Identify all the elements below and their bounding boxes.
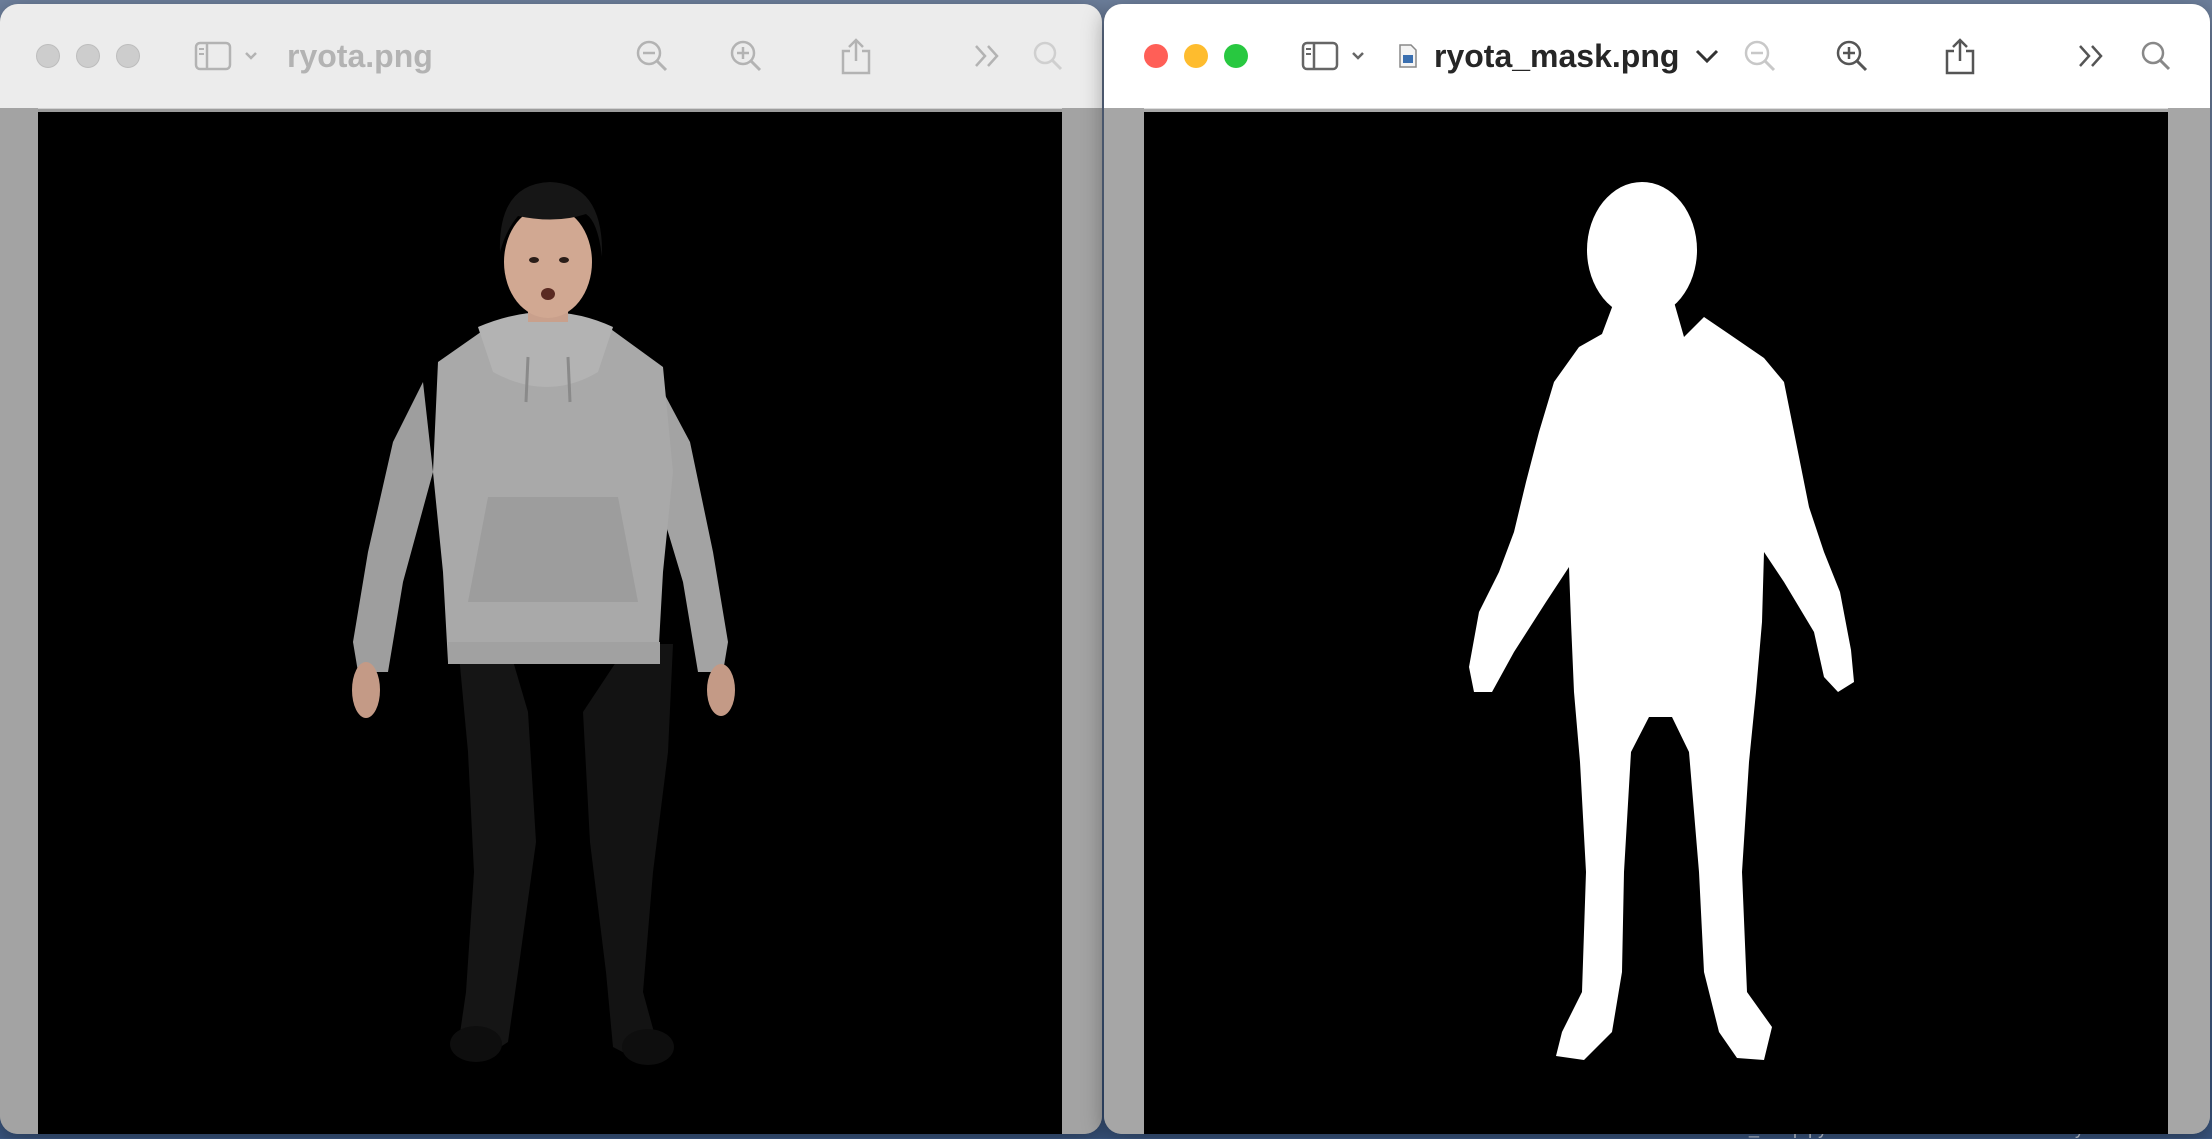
chevron-down-icon[interactable] [241,38,261,74]
image-viewer-pane[interactable] [0,108,1102,1134]
more-chevrons-icon[interactable] [2074,38,2110,74]
minimize-button[interactable] [1184,44,1208,68]
right-margin [2168,108,2210,1134]
title-chevron-icon[interactable] [1692,38,1722,74]
search-icon[interactable] [1030,38,1066,74]
sidebar-toggle-icon[interactable] [1300,38,1340,74]
close-button[interactable] [36,44,60,68]
more-chevrons-icon[interactable] [970,38,1006,74]
zoom-out-icon[interactable] [632,38,672,74]
maximize-button[interactable] [116,44,140,68]
window-titlebar[interactable]: ryota_mask.png [1104,4,2210,109]
photo-image [38,112,1062,1134]
left-margin [1104,108,1144,1134]
share-icon[interactable] [1940,38,1980,75]
window-title: ryota_mask.png [1434,38,1680,74]
zoom-in-icon[interactable] [726,38,766,74]
share-icon[interactable] [836,38,876,75]
zoom-in-icon[interactable] [1832,38,1872,74]
maximize-button[interactable] [1224,44,1248,68]
left-margin [0,108,38,1134]
close-button[interactable] [1144,44,1168,68]
preview-window-ryota-mask[interactable]: ryota_mask.png [1104,4,2210,1134]
sidebar-toggle-icon[interactable] [193,38,233,74]
minimize-button[interactable] [76,44,100,68]
right-margin [1062,108,1102,1134]
window-titlebar[interactable]: ryota.png [0,4,1102,109]
mask-image [1144,112,2168,1134]
zoom-out-icon[interactable] [1740,38,1780,74]
search-icon[interactable] [2138,38,2174,74]
window-title: ryota.png [287,38,433,74]
chevron-down-icon[interactable] [1348,38,1368,74]
document-icon [1396,38,1420,74]
preview-window-ryota[interactable]: ryota.png [0,4,1102,1134]
image-viewer-pane[interactable] [1104,108,2210,1134]
